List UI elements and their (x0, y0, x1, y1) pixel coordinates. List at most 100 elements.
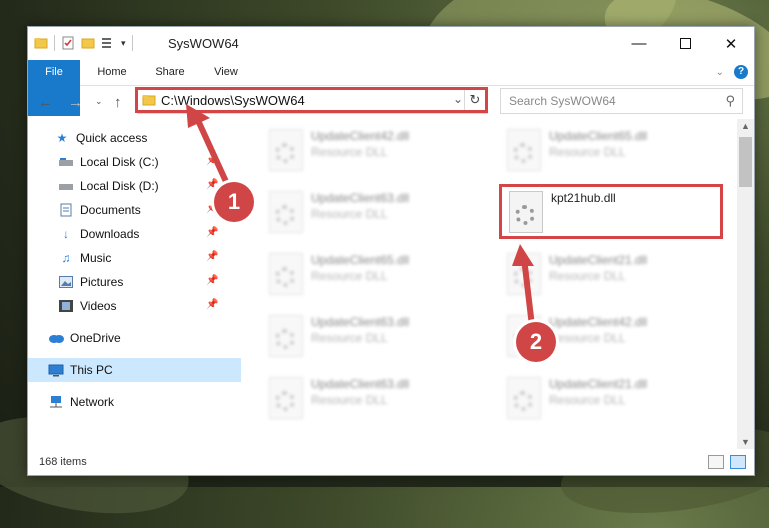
customize-toolbar-icon[interactable] (101, 36, 115, 50)
expand-ribbon-icon[interactable]: ⌄ (716, 67, 724, 78)
title-bar: ▾ SysWOW64 — ✕ (28, 27, 754, 60)
sidebar-item-network[interactable]: Network (28, 390, 241, 414)
folder-icon (34, 36, 48, 50)
quick-access-toolbar: ▾ (34, 35, 133, 51)
up-arrow-icon[interactable]: ↑ (114, 94, 122, 111)
new-folder-icon[interactable] (81, 36, 95, 50)
forward-arrow-icon[interactable]: → (68, 94, 83, 111)
cloud-icon (48, 330, 64, 346)
callout-1: 1 (214, 182, 254, 222)
drive-icon (58, 154, 74, 170)
sidebar-item-pictures[interactable]: Pictures 📌 (28, 270, 251, 294)
pin-icon[interactable]: 📌 (206, 179, 218, 190)
sidebar-item-label: OneDrive (70, 331, 121, 345)
tab-home[interactable]: Home (92, 60, 132, 85)
sidebar-item-onedrive[interactable]: OneDrive (28, 326, 241, 350)
vertical-scrollbar[interactable]: ▲ ▼ (737, 119, 754, 449)
file-item[interactable]: UpdateClient63.dll Resource DLL (261, 311, 483, 367)
search-input[interactable]: Search SysWOW64 ⚲ (500, 88, 743, 114)
download-icon: ↓ (63, 227, 69, 241)
file-name: UpdateClient21.dll (549, 253, 648, 267)
file-type: Resource DLL (549, 269, 626, 283)
sidebar-item-label: This PC (70, 363, 113, 377)
sidebar-item-quick-access[interactable]: ★ Quick access (28, 126, 247, 150)
pin-icon[interactable]: 📌 (206, 155, 218, 166)
scroll-down-icon[interactable]: ▼ (737, 437, 754, 447)
details-view-icon[interactable] (708, 455, 724, 469)
file-name: UpdateClient42.dll (311, 129, 410, 143)
maximize-button[interactable] (662, 27, 708, 60)
chevron-down-icon[interactable]: ▾ (121, 38, 126, 49)
sidebar-item-videos[interactable]: Videos 📌 (28, 294, 251, 318)
star-icon: ★ (56, 131, 68, 145)
tab-view[interactable]: View (210, 60, 242, 85)
dll-file-icon (507, 253, 541, 295)
folder-icon (142, 93, 156, 110)
computer-icon (48, 362, 64, 378)
file-item[interactable]: UpdateClient21.dll Resource DLL (499, 249, 721, 305)
sidebar-item-label: Documents (80, 203, 141, 217)
file-name: UpdateClient63.dll (311, 377, 410, 391)
callout-2: 2 (516, 322, 556, 362)
refresh-icon[interactable]: ↻ (464, 90, 485, 110)
sidebar-item-label: Music (80, 251, 112, 265)
sidebar-item-downloads[interactable]: ↓ Downloads 📌 (28, 222, 251, 246)
pin-icon[interactable]: 📌 (206, 275, 218, 286)
explorer-window: ▾ SysWOW64 — ✕ File Home Share View ⌄ ? … (27, 26, 755, 476)
file-item[interactable]: UpdateClient65.dll Resource DLL (499, 125, 721, 181)
file-type: Resource DLL (549, 331, 626, 345)
sidebar-item-local-disk-c[interactable]: Local Disk (C:) 📌 (28, 150, 251, 174)
file-item[interactable]: UpdateClient65.dll Resource DLL (261, 249, 483, 305)
search-icon: ⚲ (725, 93, 735, 108)
file-type: Resource DLL (549, 393, 626, 407)
drive-icon (58, 178, 74, 194)
chevron-down-icon[interactable]: ⌄ (453, 92, 463, 106)
pin-icon[interactable]: 📌 (206, 227, 218, 238)
file-name: UpdateClient42.dll (549, 315, 648, 329)
recent-locations-icon[interactable]: ⌄ (95, 96, 103, 107)
file-name: UpdateClient63.dll (311, 191, 410, 205)
sidebar-item-label: Network (70, 395, 115, 409)
scroll-thumb[interactable] (739, 137, 752, 187)
file-type: Resource DLL (311, 393, 388, 407)
dll-file-icon (507, 129, 541, 171)
navigation-bar: ← → ⌄ ↑ C:\Windows\SysWOW64 ⌄ ↻ Search S… (28, 86, 754, 118)
sidebar-item-music[interactable]: ♫ Music 📌 (28, 246, 251, 270)
dll-file-icon (269, 377, 303, 419)
close-button[interactable]: ✕ (708, 27, 754, 60)
sidebar-item-this-pc[interactable]: This PC (28, 358, 241, 382)
file-item[interactable]: UpdateClient21.dll Resource DLL (499, 373, 721, 429)
dll-file-icon (269, 315, 303, 357)
pin-icon[interactable]: 📌 (206, 299, 218, 310)
scroll-up-icon[interactable]: ▲ (737, 121, 754, 131)
navigation-pane: ★ Quick access Local Disk (C:) 📌 Local D… (28, 124, 241, 434)
pin-icon[interactable]: 📌 (206, 251, 218, 262)
dll-file-icon (269, 253, 303, 295)
sidebar-item-label: Local Disk (C:) (80, 155, 159, 169)
videos-icon (58, 298, 74, 314)
file-item[interactable]: UpdateClient63.dll Resource DLL (261, 373, 483, 429)
tiles-view-icon[interactable] (730, 455, 746, 469)
help-icon[interactable]: ? (734, 65, 748, 79)
file-type: Resource DLL (311, 145, 388, 159)
address-bar[interactable]: C:\Windows\SysWOW64 ⌄ ↻ (137, 88, 488, 114)
minimize-button[interactable]: — (616, 27, 662, 60)
tab-share[interactable]: Share (152, 60, 188, 85)
window-title: SysWOW64 (168, 36, 239, 51)
back-arrow-icon[interactable]: ← (38, 94, 53, 111)
properties-icon[interactable] (61, 36, 75, 50)
dll-file-icon (269, 191, 303, 233)
file-item[interactable]: UpdateClient63.dll Resource DLL (261, 187, 483, 243)
dll-file-icon (507, 377, 541, 419)
ribbon: File Home Share View ⌄ ? (28, 60, 754, 116)
file-name: UpdateClient21.dll (549, 377, 648, 391)
file-name: UpdateClient65.dll (549, 129, 648, 143)
status-bar: 168 items (28, 449, 754, 475)
sidebar-item-label: Quick access (76, 131, 148, 145)
sidebar-item-label: Local Disk (D:) (80, 179, 159, 193)
toolbar-divider (131, 35, 133, 51)
file-item[interactable]: UpdateClient42.dll Resource DLL (261, 125, 483, 181)
pictures-icon (58, 274, 74, 290)
address-path: C:\Windows\SysWOW64 (161, 93, 305, 108)
file-type: Resource DLL (549, 145, 626, 159)
